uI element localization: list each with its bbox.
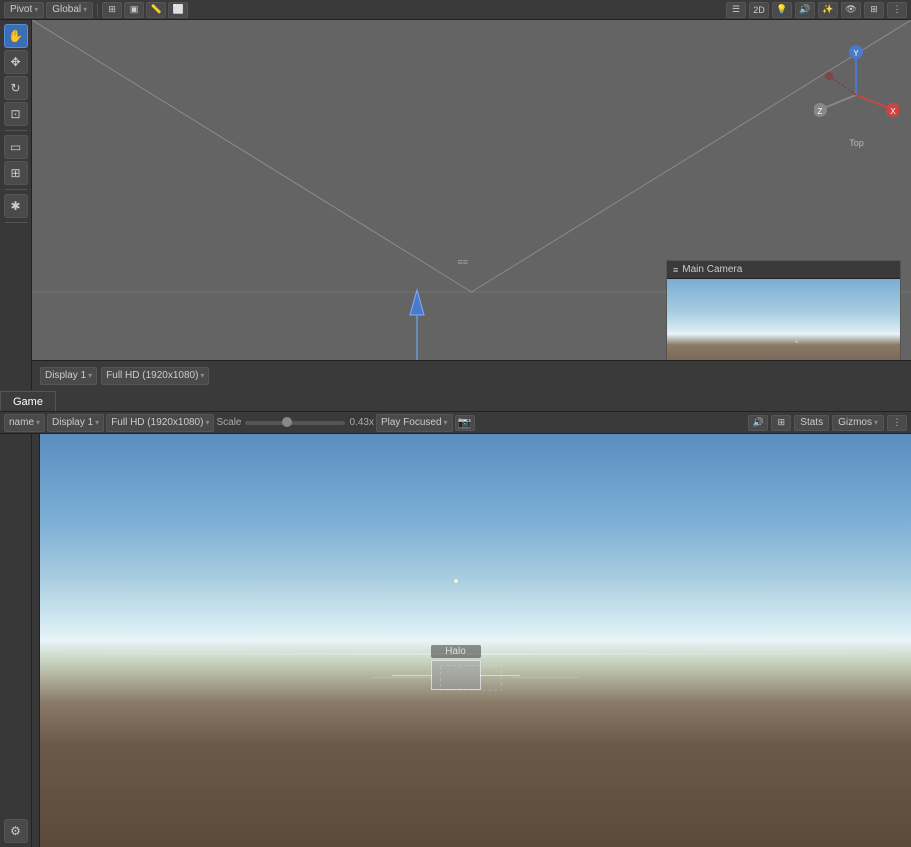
scale-slider[interactable] [245, 421, 345, 425]
game-resolution-label: Full HD (1920x1080) [111, 417, 203, 428]
game-tab-label: Game [13, 396, 43, 408]
res-chevron: ▾ [205, 418, 209, 427]
scale-tool-btn[interactable]: ⊡ [4, 102, 28, 126]
scene-resolution-select[interactable]: Full HD (1920x1080) ▾ [101, 367, 209, 385]
stats-btn[interactable]: Stats [794, 415, 829, 431]
game-tab[interactable]: Game [0, 391, 56, 411]
halo-line-right [480, 675, 520, 676]
svg-text:≡≡: ≡≡ [457, 257, 468, 267]
play-focused-chevron: ▾ [444, 418, 448, 427]
scale-label: Scale [216, 417, 241, 428]
scene-resolution-label: Full HD (1920x1080) [106, 370, 198, 381]
game-view[interactable]: Halo [0, 434, 911, 847]
display-num-chevron: ▾ [95, 418, 99, 427]
global-chevron: ▾ [83, 5, 87, 14]
more-btn[interactable]: ⋮ [887, 2, 907, 18]
z-axis-label: Z [818, 107, 823, 116]
y-axis-label: Y [853, 49, 859, 58]
game-toolbar-right: 🔊 ⊞ Stats Gizmos ▾ ⋮ [748, 415, 907, 431]
camera-preview-header: ≡ Main Camera [667, 261, 900, 279]
lighting-btn[interactable]: 💡 [772, 2, 792, 18]
axis-gizmo[interactable]: Y X Z Top [814, 40, 899, 140]
ruler-icon-btn[interactable]: 📏 [146, 2, 166, 18]
top-toolbar: Pivot ▾ Global ▾ ⊞ ▣ 📏 ⬜ ☰ 2D 💡 🔊 ✨ 👁 ⊞ … [0, 0, 911, 20]
pivot-chevron: ▾ [34, 5, 38, 14]
transform-icon-btn[interactable]: ⊞ [102, 2, 122, 18]
2d-btn[interactable]: 2D [749, 2, 769, 18]
move-tool-btn[interactable]: ✥ [4, 50, 28, 74]
sky-background [40, 434, 911, 847]
rotate-tool-btn[interactable]: ↻ [4, 76, 28, 100]
audio-btn[interactable]: 🔊 [795, 2, 815, 18]
center-reticle [454, 579, 458, 583]
global-label: Global [52, 4, 81, 15]
game-name-chevron: ▾ [36, 418, 40, 427]
custom-tool-btn[interactable]: ✱ [4, 194, 28, 218]
tool-sep2 [5, 189, 27, 190]
scene-view: ≡≡ ≡ Main Camera Y X [32, 20, 911, 390]
tool-sep3 [5, 222, 27, 223]
pivot-label: Pivot [10, 4, 32, 15]
scene-view-btn[interactable]: 👁 [841, 2, 861, 18]
hand-tool-btn[interactable]: ✋ [4, 24, 28, 48]
halo-object: Halo [431, 645, 481, 690]
rect-tool-btn[interactable]: ▭ [4, 135, 28, 159]
display-chevron: ▾ [88, 371, 92, 380]
transform-all-btn[interactable]: ⊞ [4, 161, 28, 185]
game-toolbar: name ▾ Display 1 ▾ Full HD (1920x1080) ▾… [0, 412, 911, 434]
gizmos-scene-btn[interactable]: ⊞ [864, 2, 884, 18]
scene-display-label: Display 1 [45, 370, 86, 381]
stats-label: Stats [800, 417, 823, 428]
gizmos-chevron: ▾ [874, 418, 878, 427]
tool-sep1 [5, 130, 27, 131]
camera-preview-title: Main Camera [682, 264, 742, 275]
gizmos-btn[interactable]: Gizmos ▾ [832, 415, 884, 431]
game-display-num-select[interactable]: Display 1 ▾ [47, 414, 104, 432]
halo-label: Halo [431, 645, 481, 658]
pivot-button[interactable]: Pivot ▾ [4, 2, 44, 18]
scale-thumb [282, 417, 292, 427]
resolution-chevron: ▾ [200, 371, 204, 380]
unit-icon-btn[interactable]: ⬜ [168, 2, 188, 18]
game-display-num-label: Display 1 [52, 417, 93, 428]
toolbar-right: ☰ 2D 💡 🔊 ✨ 👁 ⊞ ⋮ [726, 2, 907, 18]
x-axis-label: X [890, 107, 896, 116]
view-icon-btn[interactable]: ▣ [124, 2, 144, 18]
axis-gizmo-svg: Y X Z [814, 40, 899, 140]
game-audio-btn[interactable]: 🔊 [748, 415, 768, 431]
layers-icon-btn[interactable]: ☰ [726, 2, 746, 18]
sep1 [97, 3, 98, 17]
fx-btn[interactable]: ✨ [818, 2, 838, 18]
global-button[interactable]: Global ▾ [46, 2, 93, 18]
scale-value: 0.43x [349, 417, 373, 428]
game-grid-btn[interactable]: ⊞ [771, 415, 791, 431]
halo-box [431, 660, 481, 690]
tabs-bar: Game [0, 390, 911, 412]
game-name-label: name [9, 417, 34, 428]
scene-display-select[interactable]: Display 1 ▾ [40, 367, 97, 385]
game-camera-icon[interactable]: 📷 [455, 415, 475, 431]
play-focused-label: Play Focused [381, 417, 442, 428]
camera-preview-dot [795, 340, 798, 343]
gizmos-label: Gizmos [838, 417, 872, 428]
play-focused-select[interactable]: Play Focused ▾ [376, 414, 453, 432]
settings-tool-btn[interactable]: ⚙ [4, 819, 28, 843]
game-resolution-select[interactable]: Full HD (1920x1080) ▾ [106, 414, 214, 432]
halo-line-left [392, 675, 432, 676]
game-more-btn[interactable]: ⋮ [887, 415, 907, 431]
scale-container: Scale 0.43x [216, 417, 373, 428]
scene-bottom-bar: Display 1 ▾ Full HD (1920x1080) ▾ [32, 360, 911, 390]
game-display-select[interactable]: name ▾ [4, 414, 45, 432]
